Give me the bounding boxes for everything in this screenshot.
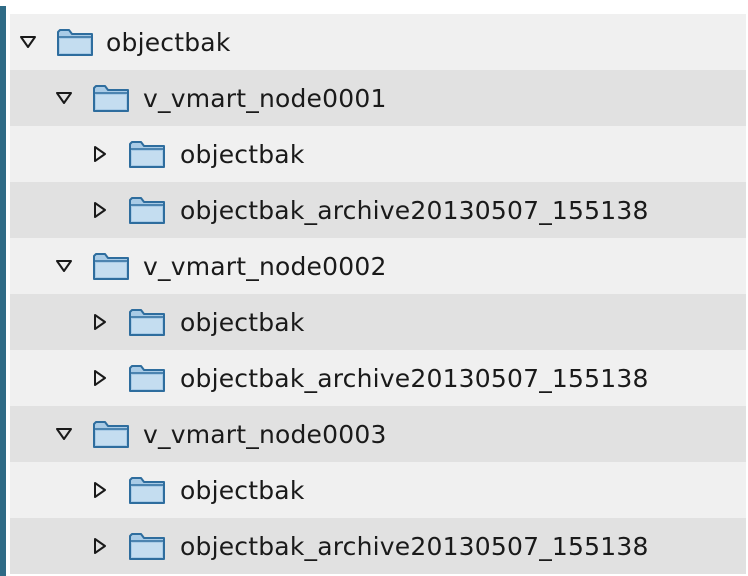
tree-row-label: objectbak	[180, 475, 305, 505]
tree-row-label: objectbak_archive20130507_155138	[180, 195, 649, 225]
triangle-right-icon[interactable]	[90, 536, 110, 556]
folder-icon	[128, 362, 166, 394]
tree-row-objectbak[interactable]: objectbak	[10, 126, 746, 182]
tree-row-label: objectbak	[106, 27, 231, 57]
tree-row-label: objectbak	[180, 139, 305, 169]
folder-icon	[56, 26, 94, 58]
tree-row-objectbak-root[interactable]: objectbak	[10, 14, 746, 70]
tree-row-objectbak[interactable]: objectbak	[10, 462, 746, 518]
triangle-down-icon[interactable]	[54, 88, 74, 108]
triangle-right-icon[interactable]	[90, 480, 110, 500]
tree-row-label: v_vmart_node0003	[143, 419, 387, 449]
top-strip	[6, 0, 748, 14]
directory-tree: objectbak v_vmart_node0001 objectbak obj…	[10, 14, 746, 576]
folder-icon	[92, 82, 130, 114]
tree-row-v-vmart-node0002[interactable]: v_vmart_node0002	[10, 238, 746, 294]
folder-icon	[128, 474, 166, 506]
triangle-right-icon[interactable]	[90, 368, 110, 388]
tree-row-v-vmart-node0001[interactable]: v_vmart_node0001	[10, 70, 746, 126]
file-tree-window: objectbak v_vmart_node0001 objectbak obj…	[0, 0, 748, 576]
triangle-down-icon[interactable]	[54, 256, 74, 276]
tree-row-v-vmart-node0003[interactable]: v_vmart_node0003	[10, 406, 746, 462]
tree-row-objectbak-archive[interactable]: objectbak_archive20130507_155138	[10, 518, 746, 574]
tree-row-label: v_vmart_node0001	[143, 83, 387, 113]
tree-row-label: objectbak	[180, 307, 305, 337]
tree-row-objectbak-archive[interactable]: objectbak_archive20130507_155138	[10, 182, 746, 238]
tree-row-objectbak[interactable]: objectbak	[10, 294, 746, 350]
tree-row-objectbak-archive[interactable]: objectbak_archive20130507_155138	[10, 350, 746, 406]
folder-icon	[128, 530, 166, 562]
tree-row-label: objectbak_archive20130507_155138	[180, 363, 649, 393]
window-left-border	[0, 6, 6, 576]
triangle-down-icon[interactable]	[54, 424, 74, 444]
folder-icon	[92, 250, 130, 282]
triangle-right-icon[interactable]	[90, 312, 110, 332]
triangle-down-icon[interactable]	[18, 32, 38, 52]
tree-row-label: objectbak_archive20130507_155138	[180, 531, 649, 561]
triangle-right-icon[interactable]	[90, 144, 110, 164]
triangle-right-icon[interactable]	[90, 200, 110, 220]
folder-icon	[128, 194, 166, 226]
folder-icon	[128, 306, 166, 338]
folder-icon	[92, 418, 130, 450]
tree-row-label: v_vmart_node0002	[143, 251, 387, 281]
folder-icon	[128, 138, 166, 170]
